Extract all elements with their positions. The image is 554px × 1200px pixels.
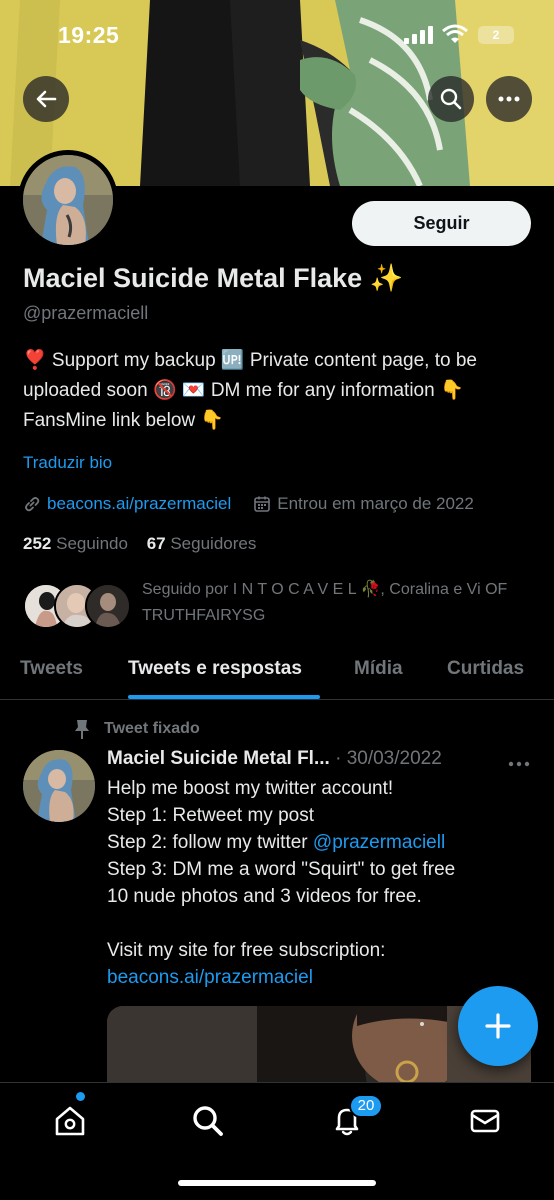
- profile-avatar[interactable]: [18, 150, 118, 250]
- follow-button[interactable]: Seguir: [352, 201, 531, 246]
- nav-messages[interactable]: [465, 1101, 505, 1141]
- home-new-content-dot: [76, 1092, 85, 1101]
- nav-home[interactable]: [50, 1101, 90, 1141]
- followers-count: 67: [146, 534, 166, 553]
- notifications-badge: 20: [349, 1094, 383, 1118]
- arrow-left-icon: [36, 90, 57, 108]
- tab-tweets[interactable]: Tweets: [20, 658, 83, 680]
- link-icon: [23, 495, 41, 513]
- tweet-date[interactable]: 30/03/2022: [347, 748, 442, 769]
- followers-stat[interactable]: 67 Seguidores: [147, 534, 271, 553]
- tweet-line: Step 1: Retweet my post: [107, 805, 314, 826]
- more-horizontal-icon: [508, 761, 530, 767]
- cellular-signal-icon: [404, 26, 434, 49]
- pinned-tweet-label: Tweet fixado: [74, 718, 200, 740]
- tweet-more-button[interactable]: [508, 750, 530, 773]
- battery-indicator: 2: [478, 26, 514, 44]
- avatar-photo: [23, 750, 95, 822]
- more-options-button[interactable]: [486, 76, 532, 122]
- profile-screen: 19:25 2 Seguir Maciel Suicide Metal Flak…: [0, 0, 554, 1200]
- tweet-author-avatar[interactable]: [23, 750, 95, 822]
- tweet-url-link[interactable]: beacons.ai/prazermaciel: [107, 964, 537, 991]
- plus-icon: [485, 1013, 511, 1039]
- search-icon: [440, 88, 462, 110]
- home-icon: [55, 1106, 85, 1136]
- tweet-mention-link[interactable]: @prazermaciell: [313, 832, 445, 853]
- tweet-line: 10 nude photos and 3 videos for free.: [107, 886, 422, 907]
- more-horizontal-icon: [498, 96, 520, 102]
- mail-icon: [470, 1109, 500, 1133]
- profile-tabs: Tweets Tweets e respostas Mídia Curtidas: [0, 648, 554, 700]
- following-count: 252: [23, 534, 52, 553]
- profile-joined-date: Entrou em março de 2022: [277, 494, 474, 513]
- tweet-body: Help me boost my twitter account! Step 1…: [107, 775, 537, 991]
- search-icon: [193, 1106, 223, 1136]
- compose-tweet-button[interactable]: [458, 986, 538, 1066]
- tweet-line-text: Step 2: follow my twitter: [107, 832, 313, 853]
- profile-display-name: Maciel Suicide Metal Flake ✨: [23, 263, 404, 293]
- profile-meta: beacons.ai/prazermaciel Entrou em março …: [23, 492, 474, 516]
- mutual-followers-avatars[interactable]: [23, 583, 131, 629]
- tweet-separator: ·: [329, 748, 347, 769]
- status-bar: 19:25 2: [0, 0, 554, 76]
- profile-search-button[interactable]: [428, 76, 474, 122]
- followed-by-text[interactable]: Seguido por I N T O C A V E L 🥀, Coralin…: [142, 577, 542, 629]
- profile-handle: @prazermaciell: [23, 303, 149, 323]
- calendar-icon: [253, 495, 271, 513]
- pin-icon: [75, 720, 89, 739]
- followers-label: Seguidores: [170, 534, 257, 553]
- home-indicator-bar[interactable]: [178, 1180, 376, 1186]
- tweet-header: Maciel Suicide Metal Fl... · 30/03/2022: [107, 748, 527, 774]
- tab-likes[interactable]: Curtidas: [447, 658, 524, 680]
- active-tab-indicator: [128, 695, 320, 699]
- following-label: Seguindo: [56, 534, 128, 553]
- follow-counts: 252 Seguindo 67 Seguidores: [23, 534, 270, 554]
- avatar-photo: [23, 155, 113, 245]
- tab-media[interactable]: Mídia: [354, 658, 403, 680]
- tweet-line: Help me boost my twitter account!: [107, 778, 394, 799]
- profile-bio: ❣️ Support my backup 🆙 Private content p…: [23, 350, 477, 431]
- status-time: 19:25: [58, 22, 120, 48]
- wifi-icon: [442, 24, 468, 49]
- tweet-line: Visit my site for free subscription:: [107, 940, 386, 961]
- profile-website-link[interactable]: beacons.ai/prazermaciel: [47, 494, 231, 514]
- tab-tweets-and-replies[interactable]: Tweets e respostas: [128, 658, 302, 680]
- back-button[interactable]: [23, 76, 69, 122]
- mutual-follower-avatar: [85, 583, 131, 629]
- pinned-label-text: Tweet fixado: [104, 720, 200, 737]
- nav-search[interactable]: [188, 1101, 228, 1141]
- following-stat[interactable]: 252 Seguindo: [23, 534, 147, 553]
- translate-bio-link[interactable]: Traduzir bio: [23, 453, 112, 473]
- tweet-author-name[interactable]: Maciel Suicide Metal Fl...: [107, 748, 330, 769]
- tweet-line: Step 2: follow my twitter @prazermaciell: [107, 829, 537, 856]
- tweet-line: Step 3: DM me a word "Squirt" to get fre…: [107, 859, 456, 880]
